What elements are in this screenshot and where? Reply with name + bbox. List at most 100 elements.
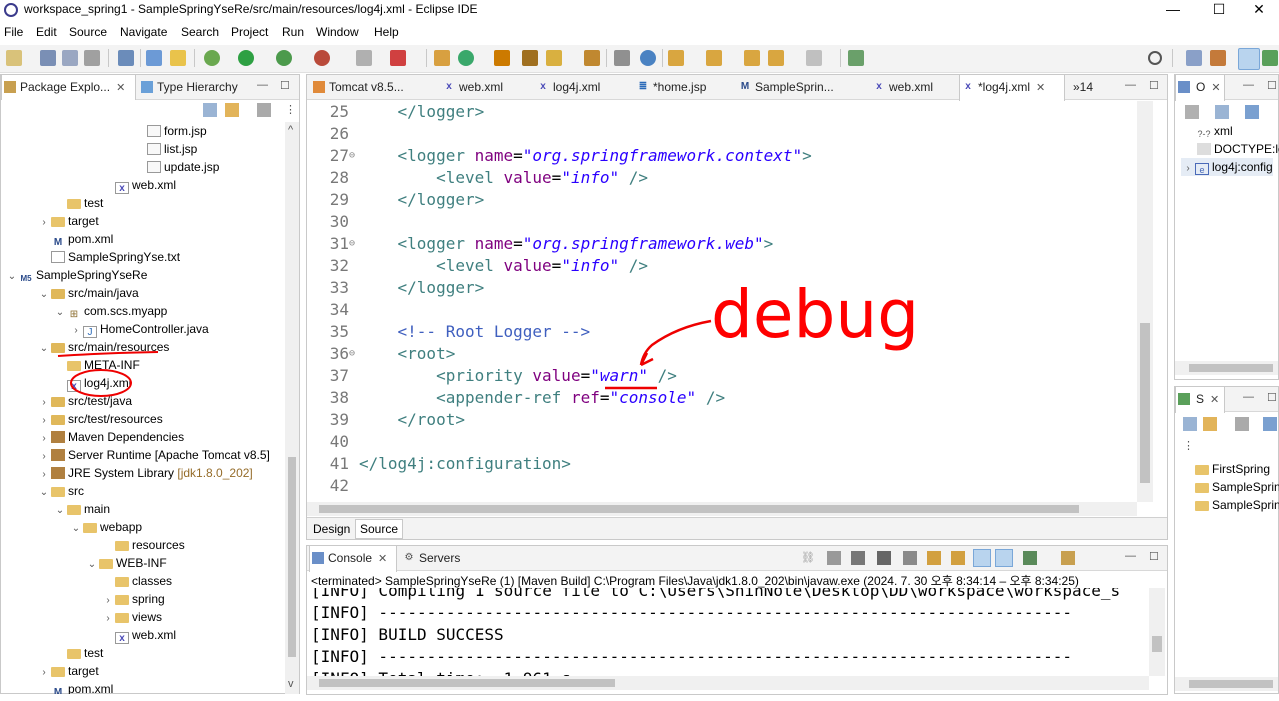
maximize-side-icon[interactable]: ☐: [1267, 391, 1277, 404]
tree-item[interactable]: Mpom.xml: [37, 680, 114, 694]
link-side-icon[interactable]: [1203, 417, 1217, 431]
java-ee-perspective-icon[interactable]: [1210, 50, 1226, 66]
tab-log4j-xml[interactable]: x log4j.xml: [535, 75, 631, 100]
outline-hscroll-thumb[interactable]: [1189, 364, 1273, 372]
tree-item[interactable]: ⌄ src/main/resources: [37, 338, 170, 358]
fold-toggle-icon[interactable]: ⊖: [349, 343, 355, 365]
tree-item[interactable]: ⌄ WEB-INF: [85, 554, 167, 572]
scroll-down-icon[interactable]: v: [288, 678, 294, 690]
tree-item[interactable]: update.jsp: [133, 158, 219, 176]
new-java-project-icon[interactable]: [434, 50, 450, 66]
minimize-side-icon[interactable]: —: [1243, 391, 1254, 403]
maximize-view-icon[interactable]: ☐: [280, 79, 290, 92]
tree-item[interactable]: › src/test/java: [37, 392, 132, 410]
open-perspective-icon[interactable]: [1186, 50, 1202, 66]
tree-item[interactable]: classes: [101, 572, 172, 590]
tab-console[interactable]: Console ✕: [309, 546, 397, 572]
remove-launch-icon[interactable]: [827, 551, 841, 565]
tree-item[interactable]: › JRE System Library [jdk1.8.0_202]: [37, 464, 252, 482]
link-editor-icon[interactable]: [225, 103, 239, 117]
tree-item[interactable]: › J HomeController.java: [69, 320, 209, 338]
pin-console-icon[interactable]: [995, 549, 1013, 567]
menu-window[interactable]: Window: [316, 25, 359, 39]
menu-edit[interactable]: Edit: [36, 25, 57, 39]
tree-item[interactable]: › target: [37, 212, 98, 230]
outline-item-xml[interactable]: ?-? xml: [1197, 122, 1232, 140]
tab-package-explorer[interactable]: Package Explo... ✕: [1, 75, 136, 101]
pin-icon[interactable]: [614, 50, 630, 66]
collapse-all-icon[interactable]: [203, 103, 217, 117]
tab-overflow[interactable]: »14: [1067, 75, 1107, 100]
collapse-arrow-icon[interactable]: ⌄: [53, 304, 67, 322]
tab-log4j-xml-active[interactable]: x *log4j.xml ✕: [959, 75, 1065, 101]
collapse-arrow-icon[interactable]: ⌄: [85, 556, 99, 574]
tree-item[interactable]: x web.xml: [101, 626, 176, 644]
collapse-arrow-icon[interactable]: ⌄: [53, 502, 67, 520]
terminal-icon[interactable]: [118, 50, 134, 66]
close-icon[interactable]: ✕: [378, 553, 387, 565]
tree-scroll-thumb[interactable]: [288, 457, 296, 657]
maximize-editor-icon[interactable]: ☐: [1149, 79, 1159, 92]
menu-navigate[interactable]: Navigate: [120, 25, 167, 39]
java-perspective-icon[interactable]: [1238, 48, 1260, 70]
sort-outline-icon[interactable]: [1245, 105, 1259, 119]
tree-item[interactable]: › target: [37, 662, 98, 680]
tree-item[interactable]: ⌄ M5 SampleSpringYseRe: [5, 266, 148, 284]
collapse-arrow-icon[interactable]: ⌄: [69, 520, 83, 538]
tree-item[interactable]: x log4j.xml: [53, 374, 131, 392]
minimize-view-icon[interactable]: —: [257, 79, 268, 91]
save-all-icon[interactable]: [62, 50, 78, 66]
editor-vscroll-thumb[interactable]: [1140, 323, 1150, 483]
run-icon[interactable]: [238, 50, 254, 66]
tree-item[interactable]: list.jsp: [133, 140, 197, 158]
fold-toggle-icon[interactable]: ⊖: [349, 233, 355, 255]
tree-item[interactable]: test: [53, 194, 103, 212]
print-icon[interactable]: [84, 50, 100, 66]
tree-item[interactable]: ⌄ webapp: [69, 518, 142, 536]
tab-outline[interactable]: O ✕: [1175, 75, 1225, 101]
close-icon[interactable]: ✕: [1211, 82, 1220, 94]
tree-item[interactable]: form.jsp: [133, 122, 207, 140]
outline-item-doctype[interactable]: DOCTYPE:lo: [1197, 140, 1279, 158]
coverage-icon[interactable]: [276, 50, 292, 66]
console-hscrollbar[interactable]: [307, 676, 1149, 690]
menu-run[interactable]: Run: [282, 25, 304, 39]
search-tool-icon[interactable]: [546, 50, 562, 66]
server-stop-icon[interactable]: [390, 50, 406, 66]
collapse-arrow-icon[interactable]: ⌄: [37, 340, 51, 358]
back-icon[interactable]: [768, 50, 784, 66]
close-button[interactable]: ✕: [1236, 0, 1279, 20]
maximize-outline-icon[interactable]: ☐: [1267, 79, 1277, 92]
side-hscroll-thumb[interactable]: [1189, 680, 1273, 688]
search-icon[interactable]: [1148, 51, 1162, 65]
close-icon[interactable]: ✕: [1036, 82, 1045, 94]
side-item-firstspring[interactable]: FirstSpring: [1195, 460, 1270, 478]
menu-help[interactable]: Help: [374, 25, 399, 39]
tree-item[interactable]: › src/test/resources: [37, 410, 162, 428]
debug-perspective-icon[interactable]: [1262, 50, 1278, 66]
minimize-console-icon[interactable]: —: [1125, 550, 1136, 562]
link-icon[interactable]: ⛓: [801, 551, 815, 565]
console-hscroll-thumb[interactable]: [319, 679, 615, 687]
tab-web-xml-2[interactable]: x web.xml: [871, 75, 959, 100]
open-task-icon[interactable]: [522, 50, 538, 66]
prev-annotation-icon[interactable]: [706, 50, 722, 66]
tree-item[interactable]: › spring: [101, 590, 164, 608]
show-stdout-icon[interactable]: [951, 551, 965, 565]
menu-source[interactable]: Source: [69, 25, 107, 39]
tree-item[interactable]: META-INF: [53, 356, 140, 374]
scroll-up-icon[interactable]: ^: [288, 124, 293, 136]
save-icon[interactable]: [40, 50, 56, 66]
stop-icon[interactable]: [356, 50, 372, 66]
console-vscroll-thumb[interactable]: [1152, 636, 1162, 652]
show-stderr-icon[interactable]: [973, 549, 991, 567]
minimize-editor-icon[interactable]: —: [1125, 79, 1136, 91]
tree-item[interactable]: › Server Runtime [Apache Tomcat v8.5]: [37, 446, 270, 464]
tab-side-servers[interactable]: S ✕: [1175, 387, 1225, 413]
side-item-samplespring-1[interactable]: SampleSprin: [1195, 478, 1279, 496]
view-menu-icon[interactable]: ⋮: [285, 103, 296, 116]
tab-tomcat[interactable]: Tomcat v8.5...: [311, 75, 437, 100]
expand-icon[interactable]: ›: [1181, 160, 1195, 178]
close-icon[interactable]: ✕: [116, 82, 125, 94]
editor-hscrollbar[interactable]: [307, 502, 1137, 516]
